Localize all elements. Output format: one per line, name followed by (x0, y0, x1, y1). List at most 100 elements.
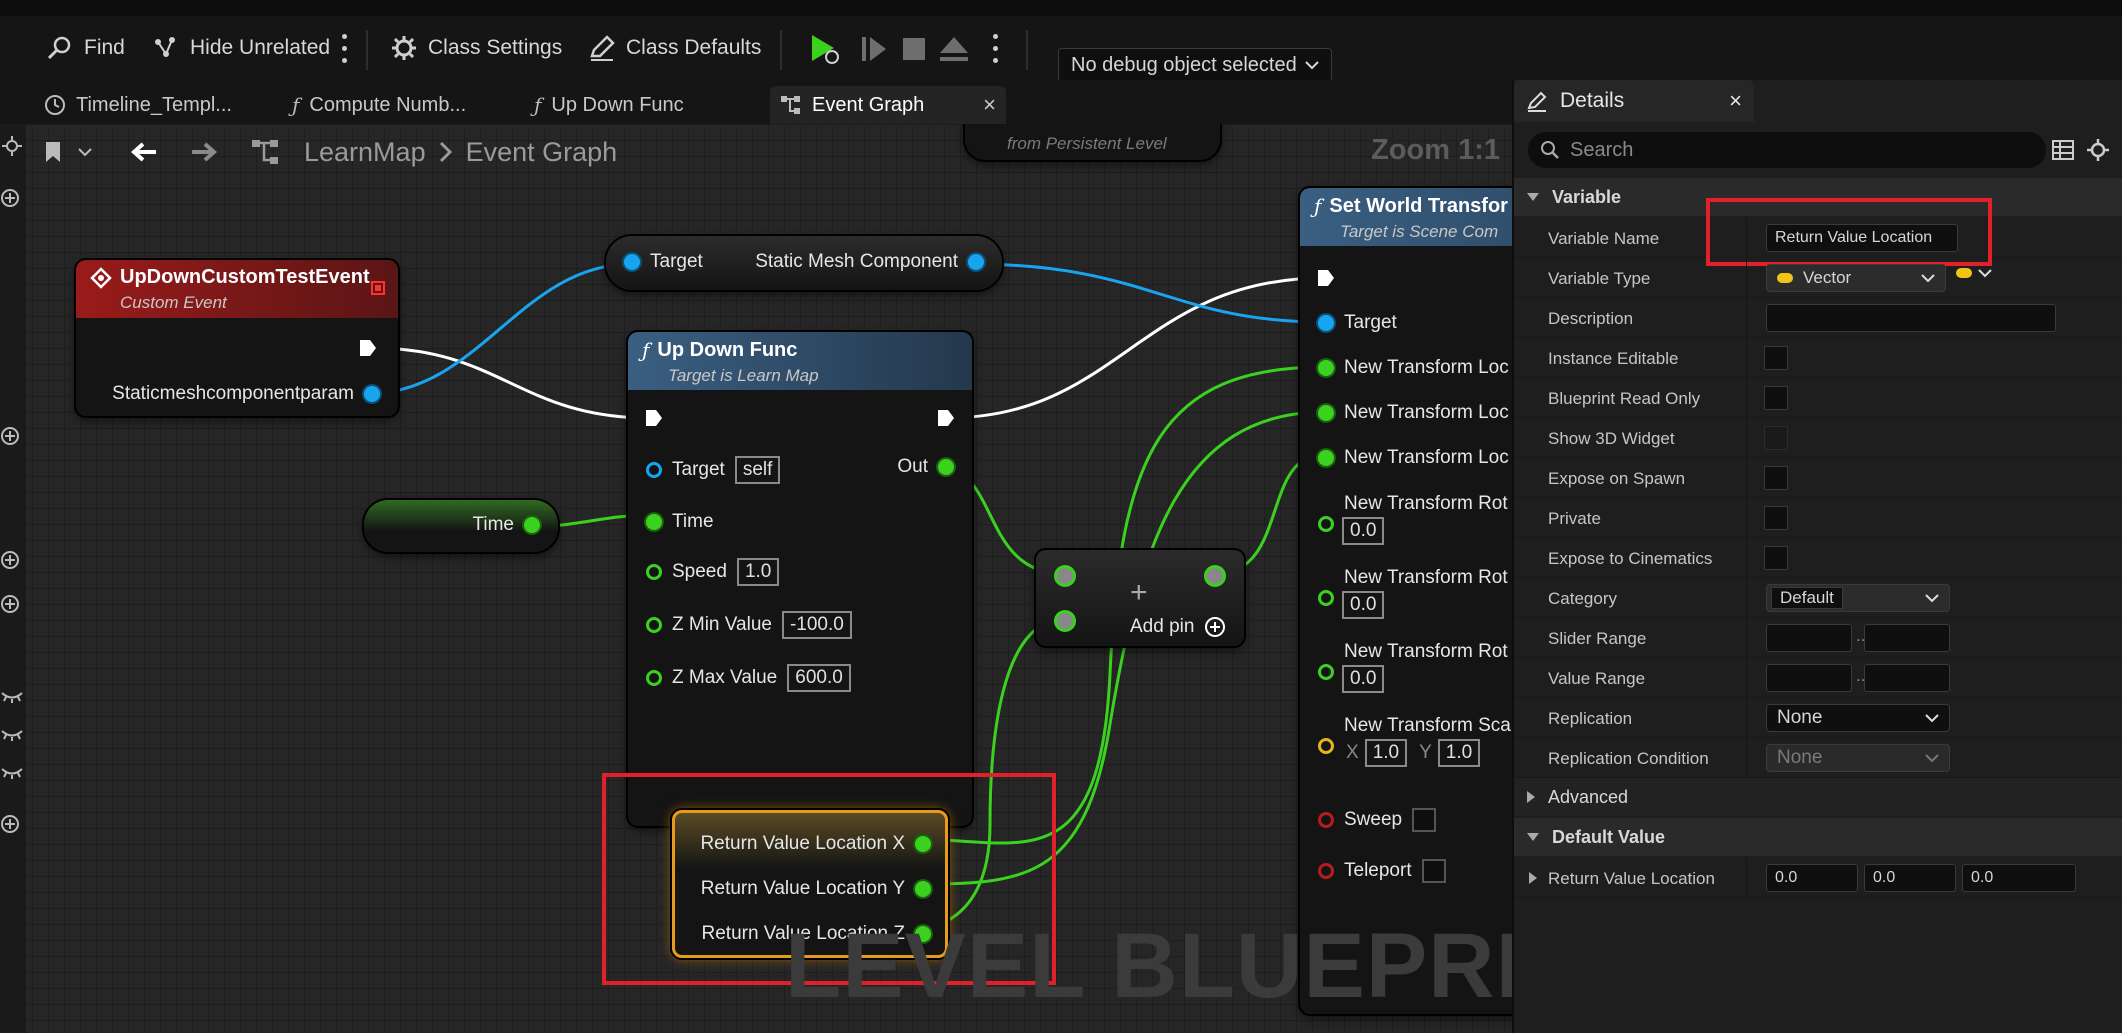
swt-scale-pin[interactable]: New Transform Sca X 1.0 Y 1.0 (1318, 715, 1511, 767)
staticmesh-param-pin[interactable]: Staticmeshcomponentparam (112, 383, 380, 405)
add-output-pin[interactable] (1207, 568, 1223, 584)
hide-unrelated-button[interactable]: Hide Unrelated (152, 30, 330, 66)
func-time-pin[interactable]: Time (646, 511, 714, 533)
float-pin-ring[interactable] (646, 564, 662, 580)
float-pin-ring[interactable] (1318, 516, 1334, 532)
add-input-a-pin[interactable] (1057, 568, 1073, 584)
category-value[interactable]: Default (1771, 587, 1843, 609)
float-pin-dot[interactable] (938, 459, 954, 475)
exec-in-pin[interactable] (1316, 268, 1336, 288)
tab-up-down-func[interactable]: ƒ Up Down Func (534, 86, 684, 124)
variable-type-select[interactable]: Vector (1766, 264, 1946, 292)
section-default-value[interactable]: Default Value (1514, 818, 2122, 856)
up-down-func-node[interactable]: ƒ Up Down Func Target is Learn Map Target… (628, 332, 972, 826)
float-pin-dot[interactable] (1318, 360, 1334, 376)
play-options-icon[interactable] (993, 34, 999, 64)
time-output-pin[interactable]: Time (472, 514, 540, 536)
exec-out-pin[interactable] (358, 338, 378, 358)
target-default-value[interactable]: self (734, 456, 781, 484)
tab-timeline-template[interactable]: Timeline_Templ... (44, 86, 232, 124)
swt-location-x-pin[interactable]: New Transform Loc (1318, 357, 1509, 379)
swt-location-y-pin[interactable]: New Transform Loc (1318, 402, 1509, 424)
rotation-value-field[interactable]: 0.0 (1342, 517, 1385, 545)
swt-rotation-roll-pin[interactable]: New Transform Rot 0.0 (1318, 493, 1508, 545)
custom-event-node[interactable]: UpDownCustomTestEvent Custom Event Stati… (76, 260, 398, 416)
expand-arrow-icon[interactable] (1528, 871, 1538, 885)
bool-pin-ring[interactable] (1318, 812, 1334, 828)
scale-x-field[interactable]: 1.0 (1364, 739, 1408, 767)
exec-in-pin[interactable] (644, 408, 664, 428)
float-pin-ring[interactable] (1318, 590, 1334, 606)
play-simulate-button[interactable] (806, 31, 842, 67)
expose-to-cinematics-checkbox[interactable] (1764, 546, 1788, 570)
vector-pin-ring[interactable] (1318, 738, 1334, 754)
object-pin-ring[interactable] (646, 462, 662, 478)
replication-condition-select[interactable]: None (1766, 744, 1950, 772)
swt-rotation-yaw-pin[interactable]: New Transform Rot 0.0 (1318, 641, 1508, 693)
bool-pin-ring[interactable] (1318, 863, 1334, 879)
set-world-transform-node[interactable]: ƒ Set World Transfor Target is Scene Com … (1300, 188, 1512, 1014)
float-pin-ring[interactable] (646, 670, 662, 686)
swt-sweep-pin[interactable]: Sweep (1318, 808, 1437, 832)
swt-target-pin[interactable]: Target (1318, 312, 1397, 334)
func-target-pin[interactable]: Target self (646, 456, 781, 484)
teleport-checkbox[interactable] (1421, 859, 1446, 883)
func-zmin-pin[interactable]: Z Min Value -100.0 (646, 611, 852, 639)
slider-range-max-field[interactable] (1864, 624, 1950, 652)
exec-out-pin[interactable] (936, 408, 956, 428)
add-input-b-pin[interactable] (1057, 613, 1073, 629)
default-z-field[interactable]: 0.0 (1962, 864, 2076, 892)
object-pin-dot[interactable] (1318, 315, 1334, 331)
zmax-value-field[interactable]: 600.0 (787, 664, 851, 692)
getter-target-pin[interactable]: Target (624, 251, 703, 273)
instance-editable-checkbox[interactable] (1764, 346, 1788, 370)
debug-object-select[interactable]: No debug object selected (1058, 48, 1332, 82)
swt-rotation-pitch-pin[interactable]: New Transform Rot 0.0 (1318, 567, 1508, 619)
private-checkbox[interactable] (1764, 506, 1788, 530)
object-pin-dot[interactable] (624, 254, 640, 270)
float-pin-dot[interactable] (646, 514, 662, 530)
add-math-node[interactable]: + Add pin (1036, 550, 1244, 646)
category-select[interactable]: Default (1766, 584, 1950, 612)
static-mesh-component-pin[interactable]: Static Mesh Component (755, 251, 984, 273)
float-pin-dot[interactable] (1318, 405, 1334, 421)
default-y-field[interactable]: 0.0 (1864, 864, 1956, 892)
time-getter-node[interactable]: Time (364, 500, 558, 552)
static-mesh-getter-node[interactable]: Target Static Mesh Component (606, 236, 1002, 290)
stop-button[interactable] (896, 31, 932, 67)
swt-location-z-pin[interactable]: New Transform Loc (1318, 447, 1509, 469)
table-view-icon[interactable] (2051, 138, 2075, 162)
slider-range-min-field[interactable] (1766, 624, 1852, 652)
description-field[interactable] (1766, 304, 2056, 332)
find-button[interactable]: Find (46, 30, 125, 66)
float-pin-ring[interactable] (646, 617, 662, 633)
value-range-max-field[interactable] (1864, 664, 1950, 692)
graph-canvas[interactable]: LearnMap Event Graph Zoom 1:1 from Persi… (0, 124, 1512, 1033)
class-settings-button[interactable]: Class Settings (390, 30, 562, 66)
default-x-field[interactable]: 0.0 (1766, 864, 1858, 892)
sweep-checkbox[interactable] (1412, 808, 1437, 832)
settings-icon[interactable] (2086, 138, 2110, 162)
func-speed-pin[interactable]: Speed 1.0 (646, 558, 780, 586)
tab-compute-number[interactable]: ƒ Compute Numb... (292, 86, 466, 124)
rotation-value-field[interactable]: 0.0 (1342, 665, 1385, 693)
replication-select[interactable]: None (1766, 704, 1950, 732)
close-tab-icon[interactable]: × (983, 92, 996, 118)
details-tab[interactable]: Details × (1514, 80, 1754, 122)
eject-button[interactable] (936, 31, 972, 67)
float-pin-dot[interactable] (1318, 450, 1334, 466)
show-3d-widget-checkbox[interactable] (1764, 426, 1788, 450)
swt-teleport-pin[interactable]: Teleport (1318, 859, 1446, 883)
func-out-pin[interactable]: Out (897, 456, 954, 478)
object-pin-dot[interactable] (968, 254, 984, 270)
float-pin-dot[interactable] (524, 517, 540, 533)
section-advanced[interactable]: Advanced (1514, 778, 2122, 816)
hide-unrelated-options-icon[interactable] (342, 34, 348, 64)
class-defaults-button[interactable]: Class Defaults (588, 30, 761, 66)
blueprint-read-only-checkbox[interactable] (1764, 386, 1788, 410)
rotation-value-field[interactable]: 0.0 (1342, 591, 1385, 619)
float-pin-ring[interactable] (1318, 664, 1334, 680)
speed-value-field[interactable]: 1.0 (736, 558, 780, 586)
step-button[interactable] (856, 31, 892, 67)
close-details-icon[interactable]: × (1729, 88, 1742, 114)
